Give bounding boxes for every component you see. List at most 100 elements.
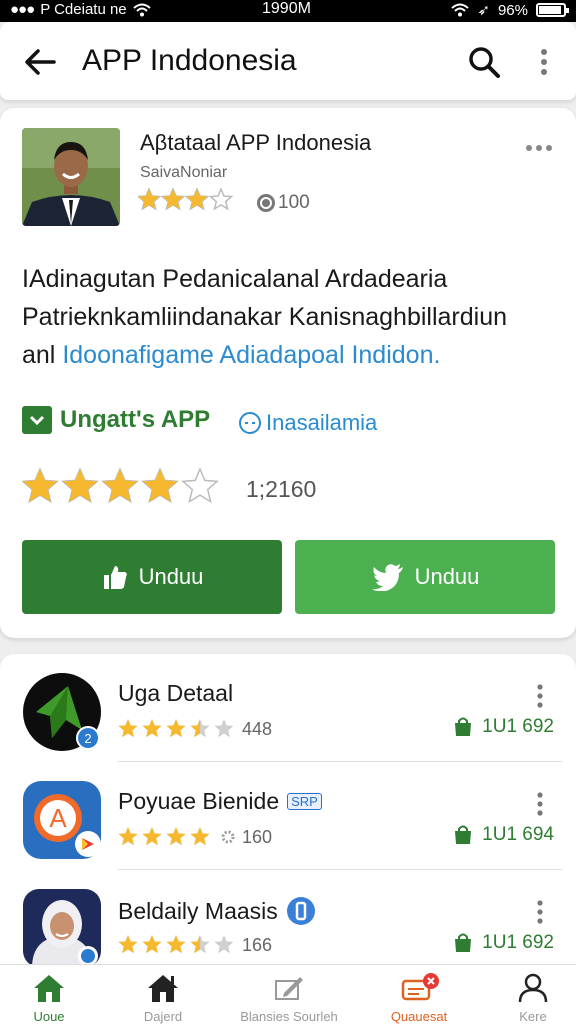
category-tag-label: Ungatt's APP (60, 406, 211, 433)
star-filled (22, 469, 58, 502)
info-tag[interactable]: Inasailamia (238, 410, 377, 436)
wifi-icon (451, 3, 470, 17)
house-icon (148, 975, 178, 1002)
more-vert-icon[interactable] (532, 790, 548, 818)
battery-icon (536, 3, 569, 17)
star-filled (162, 189, 184, 209)
related-apps-list: 2 Uga Detaal 448 1U1 692 A Poyuae Bienid… (0, 654, 576, 984)
search-icon[interactable] (464, 42, 504, 82)
review-count-value: 100 (278, 192, 310, 213)
star-filled (142, 719, 162, 738)
list-item-name: Poyuae Bienide SRP (118, 788, 322, 815)
page-title: APP Inddonesia (82, 44, 297, 77)
location-arrow-icon: ➶ (477, 2, 490, 19)
star-filled (118, 935, 138, 954)
star-filled (166, 719, 186, 738)
notification-icon (401, 973, 439, 1001)
large-rating-stars (22, 468, 219, 504)
app-bar: APP Inddonesia (0, 22, 576, 100)
list-item-stars (118, 719, 234, 738)
list-item-title: Poyuae Bienide (118, 788, 280, 814)
list-item-name: Uga Detaal (118, 680, 233, 707)
star-filled (142, 469, 178, 502)
download-button-primary[interactable]: Unduu (22, 540, 282, 614)
srp-badge: SRP (287, 793, 322, 810)
more-vert-icon[interactable] (532, 898, 548, 926)
app-avatar (22, 128, 120, 226)
star-filled (190, 827, 210, 846)
download-button-secondary[interactable]: Unduu (295, 540, 555, 614)
list-item-downloads-value: 1U1 692 (482, 932, 554, 953)
list-item-downloads-value: 1U1 694 (482, 824, 554, 845)
list-item-downloads[interactable]: 1U1 694 (452, 824, 554, 846)
description-line: anl (22, 341, 56, 369)
nav-search[interactable]: Blansies Sourleh (234, 973, 344, 1024)
edit-icon (275, 977, 303, 1000)
list-item-rating: 160 (118, 826, 272, 848)
more-vert-icon[interactable] (528, 42, 560, 82)
download-bag-icon (455, 933, 472, 952)
list-item[interactable]: Beldaily Maasis 0 166 1U1 692 (0, 870, 576, 978)
info-circle-icon (239, 412, 261, 434)
list-item-title: Beldaily Maasis (118, 897, 278, 924)
download-bag-icon (455, 825, 472, 844)
status-bar: ●●● P Cdeiatu ne 1990M ➶ 96% (0, 0, 576, 22)
list-item-stars (118, 935, 234, 954)
star-filled (186, 189, 208, 209)
list-item-count: 160 (242, 826, 273, 847)
app-title: Aβtataal APP Indonesia (140, 130, 372, 155)
nav-profile[interactable]: Kere (478, 973, 576, 1024)
more-horiz-icon[interactable] (522, 138, 556, 158)
download-button-secondary-label: Unduu (414, 564, 480, 589)
chevron-down-icon (22, 406, 52, 434)
star-filled (102, 469, 138, 502)
app-description: IAdinagutan Pedanicalanal Ardadearia Pat… (22, 260, 552, 374)
description-link[interactable]: Idoonafigame Adiadapoal Indidon. (62, 341, 440, 369)
list-item-downloads[interactable]: 1U1 692 (452, 932, 554, 954)
star-filled (142, 935, 162, 954)
star-filled (118, 827, 138, 846)
star-filled (118, 719, 138, 738)
more-vert-icon[interactable] (532, 682, 548, 710)
back-arrow-icon[interactable] (20, 42, 60, 82)
wifi-icon (132, 3, 151, 16)
nav-quauesat-label: Quauesat (390, 1009, 448, 1024)
app-icon-letter-a: A (23, 781, 101, 859)
nav-quauesat[interactable]: Quauesat (364, 973, 474, 1024)
battery-fill (539, 6, 561, 14)
list-item-rating: 166 (118, 934, 272, 956)
home-icon (34, 975, 64, 1002)
category-tag[interactable]: Ungatt's APP (22, 406, 210, 434)
nav-search-label: Blansies Sourleh (240, 1009, 338, 1024)
list-item[interactable]: 2 Uga Detaal 448 1U1 692 (0, 654, 576, 762)
download-button-primary-label: Unduu (138, 564, 204, 589)
download-bag-icon (455, 717, 472, 736)
star-filled (142, 827, 162, 846)
thumbs-up-icon (103, 566, 127, 589)
list-item-count: 166 (242, 934, 273, 955)
rating-stars (138, 188, 234, 211)
star-empty (208, 188, 234, 211)
app-detail-card: Aβtataal APP Indonesia SaivaNoniar 100 I… (0, 108, 576, 638)
person-icon (518, 973, 548, 1003)
rating-count: 1;2160 (246, 476, 317, 502)
star-empty (181, 468, 219, 504)
list-item-downloads[interactable]: 1U1 692 (452, 716, 554, 738)
list-item[interactable]: A Poyuae Bienide SRP 160 1U1 694 (0, 762, 576, 870)
list-item-title: Uga Detaal (118, 680, 234, 706)
bird-icon (371, 564, 403, 591)
carrier-label: P Cdeiatu ne (40, 1, 127, 18)
developer-name: SaivaNoniar (140, 164, 228, 181)
star-empty (214, 719, 234, 738)
nav-dajerd[interactable]: Dajerd (108, 973, 218, 1024)
nav-home[interactable]: Uoue (0, 973, 104, 1024)
description-line: IAdinagutan Pedanicalanal Ardadearia (22, 265, 448, 293)
list-item-name: Beldaily Maasis 0 (118, 896, 316, 926)
battery-percent: 96% (497, 1, 528, 19)
list-item-count: 448 (242, 718, 273, 739)
review-count: 100 (256, 192, 310, 214)
bottom-navigation: Uoue Dajerd Blansies Sourleh Quauesat Ke… (0, 964, 576, 1024)
signal-dots-icon: ●●● (10, 1, 35, 18)
star-empty (214, 935, 234, 954)
list-item-downloads-value: 1U1 692 (482, 716, 554, 737)
